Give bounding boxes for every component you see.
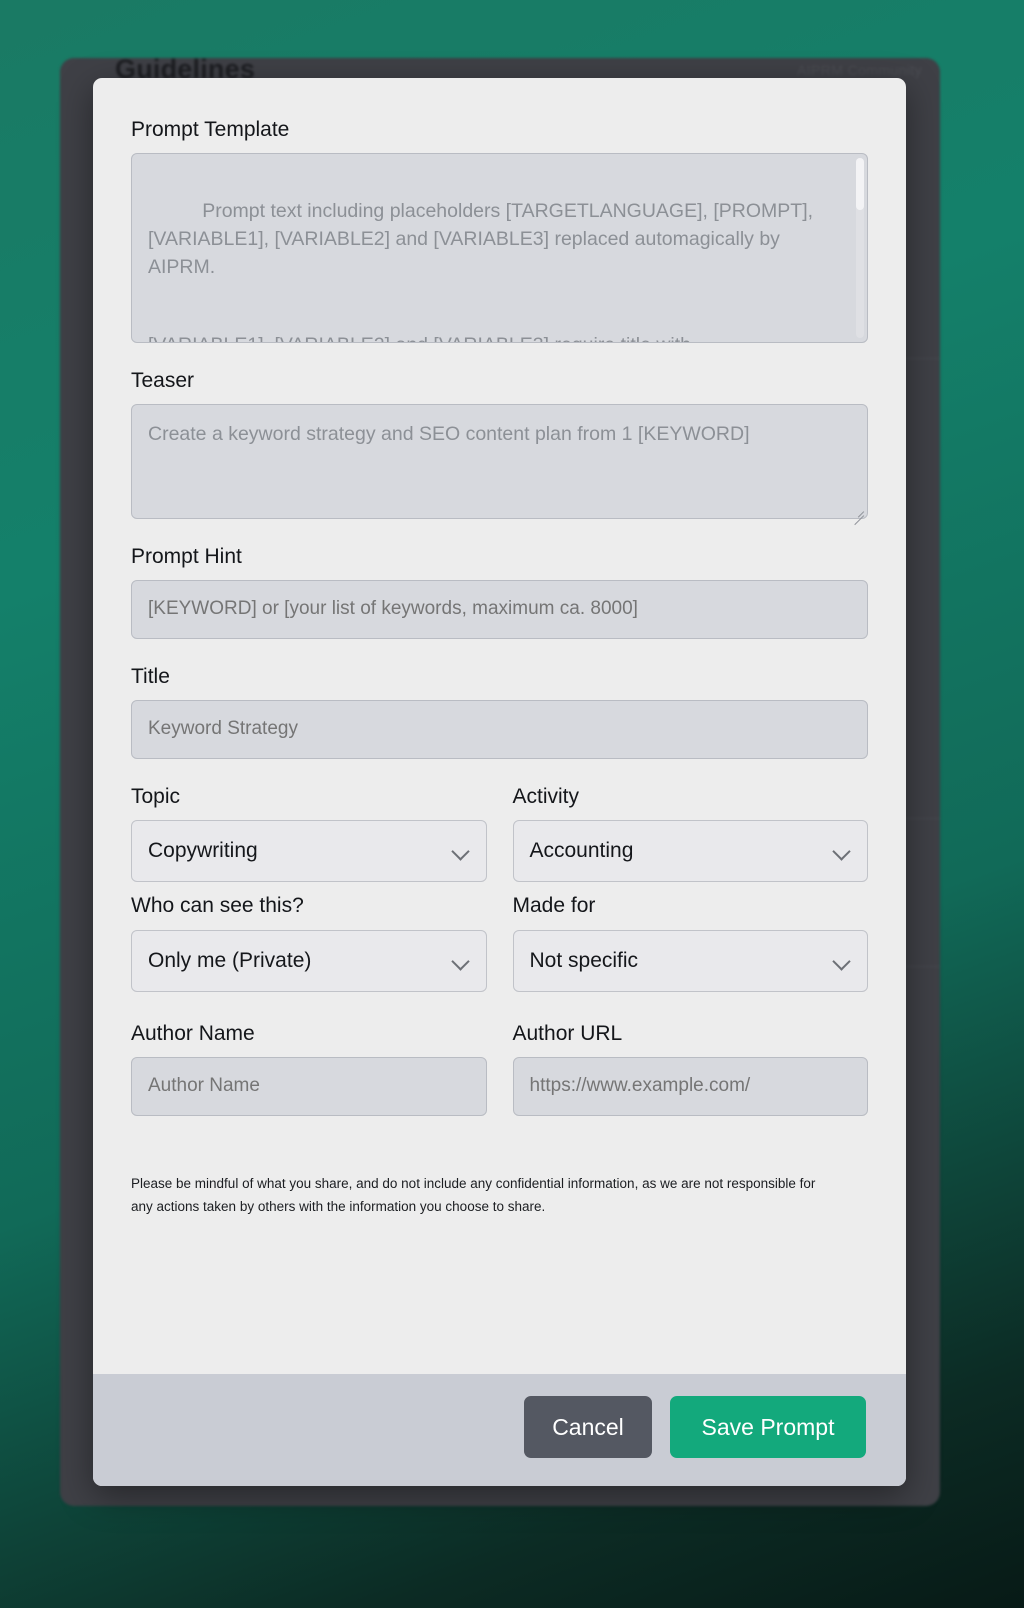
activity-select[interactable]: Accounting xyxy=(512,820,868,883)
made-for-field: Made for Not specific xyxy=(512,894,868,992)
modal-footer: Cancel Save Prompt xyxy=(93,1374,906,1486)
prompt-hint-field: Prompt Hint xyxy=(131,545,868,640)
author-url-input[interactable] xyxy=(512,1056,868,1116)
visibility-select[interactable]: Only me (Private) xyxy=(131,929,487,992)
cancel-button[interactable]: Cancel xyxy=(524,1396,652,1458)
topic-select[interactable]: Copywriting xyxy=(131,820,487,883)
teaser-field: Teaser Create a keyword strategy and SEO… xyxy=(131,369,868,526)
visibility-field: Who can see this? Only me (Private) xyxy=(131,894,487,992)
author-name-field: Author Name xyxy=(131,1022,487,1116)
prompt-template-field: Prompt Template Prompt text including pl… xyxy=(131,118,868,344)
prompt-hint-input[interactable] xyxy=(131,580,868,640)
resize-handle-icon[interactable] xyxy=(851,503,865,526)
teaser-label: Teaser xyxy=(131,369,195,393)
visibility-label: Who can see this? xyxy=(131,894,304,918)
author-row: Author Name Author URL xyxy=(131,1022,868,1116)
chevron-down-icon xyxy=(833,952,851,970)
visibility-selected-value: Only me (Private) xyxy=(148,948,312,972)
modal-body: Prompt Template Prompt text including pl… xyxy=(93,78,906,1374)
share-disclaimer-text: Please be mindful of what you share, and… xyxy=(131,1175,816,1214)
prompt-hint-label: Prompt Hint xyxy=(131,545,242,569)
prompt-template-label: Prompt Template xyxy=(131,118,290,141)
title-field: Title xyxy=(131,665,868,760)
topic-selected-value: Copywriting xyxy=(148,839,258,863)
prompt-template-placeholder-line1: Prompt text including placeholders [TARG… xyxy=(148,200,819,279)
teaser-placeholder: Create a keyword strategy and SEO conten… xyxy=(148,423,750,446)
topic-activity-row: Topic Copywriting Activity Accounting xyxy=(131,785,868,883)
author-name-input[interactable] xyxy=(131,1056,487,1116)
prompt-template-placeholder-line2: [VARIABLE1], [VARIABLE2] and [VARIABLE3]… xyxy=(148,331,837,342)
made-for-selected-value: Not specific xyxy=(529,948,639,972)
title-label: Title xyxy=(131,665,170,689)
author-url-label: Author URL xyxy=(512,1021,623,1045)
title-input[interactable] xyxy=(131,700,868,760)
made-for-label: Made for xyxy=(512,894,596,918)
activity-label: Activity xyxy=(512,785,580,809)
prompt-template-scrollbar-thumb[interactable] xyxy=(856,158,864,211)
chevron-down-icon xyxy=(452,952,470,970)
topic-field: Topic Copywriting xyxy=(131,785,487,883)
save-prompt-button[interactable]: Save Prompt xyxy=(670,1396,866,1458)
made-for-select[interactable]: Not specific xyxy=(512,929,868,992)
activity-field: Activity Accounting xyxy=(512,785,868,883)
background-top-right-label: AIPRM Community xyxy=(796,62,922,78)
topic-label: Topic xyxy=(131,785,181,809)
chevron-down-icon xyxy=(452,842,470,860)
chevron-down-icon xyxy=(833,842,851,860)
prompt-template-textarea[interactable]: Prompt text including placeholders [TARG… xyxy=(131,153,868,344)
teaser-textarea[interactable]: Create a keyword strategy and SEO conten… xyxy=(131,404,868,526)
visibility-madefor-row: Who can see this? Only me (Private) Made… xyxy=(131,894,868,992)
author-url-field: Author URL xyxy=(512,1021,868,1116)
prompt-template-placeholder: Prompt text including placeholders [TARG… xyxy=(132,154,867,342)
activity-selected-value: Accounting xyxy=(529,839,634,863)
author-name-label: Author Name xyxy=(131,1021,255,1045)
edit-prompt-modal: Prompt Template Prompt text including pl… xyxy=(93,78,906,1486)
